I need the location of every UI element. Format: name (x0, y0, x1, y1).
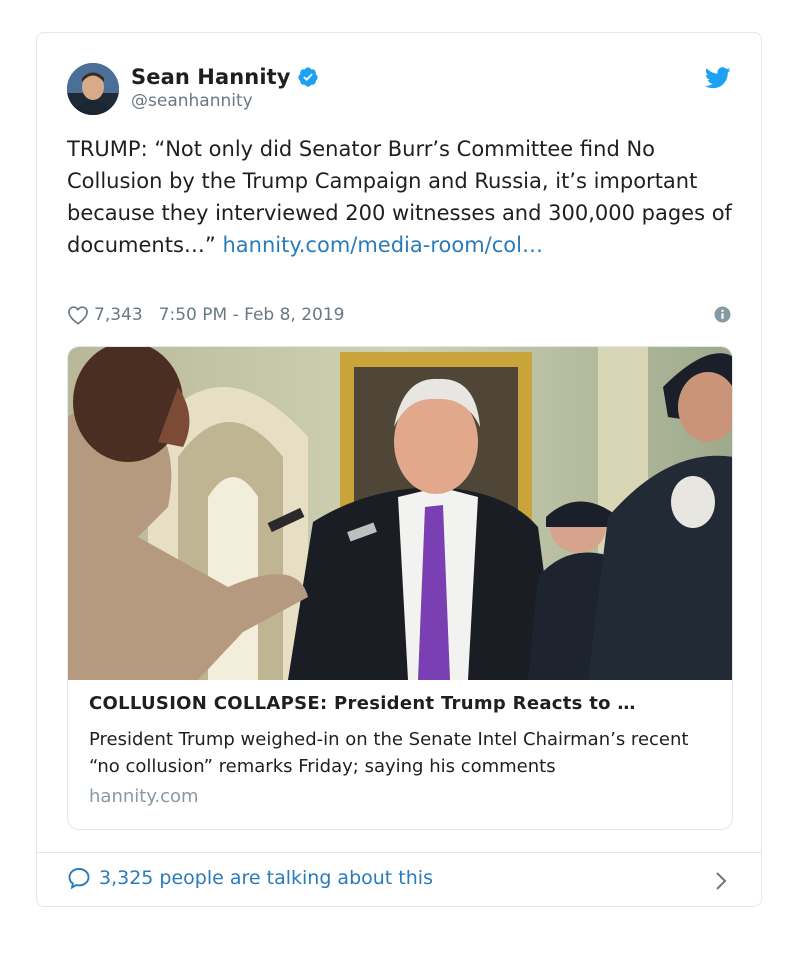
tweet-header: Sean Hannity @seanhannity (67, 63, 731, 119)
like-count[interactable]: 7,343 (94, 305, 143, 325)
link-preview-description: President Trump weighed-in on the Senate… (89, 729, 689, 777)
conversation-link[interactable]: 3,325 people are talking about this (67, 867, 433, 890)
link-preview-title[interactable]: COLLUSION COLLAPSE: President Trump Reac… (89, 693, 714, 714)
tweet-link[interactable]: hannity.com/media-room/col… (222, 233, 543, 257)
author-handle[interactable]: @seanhannity (131, 91, 319, 111)
author-name[interactable]: Sean Hannity (131, 65, 291, 89)
tweet-timestamp[interactable]: 7:50 PM - Feb 8, 2019 (159, 305, 345, 325)
avatar[interactable] (67, 63, 119, 115)
author-name-row: Sean Hannity (131, 65, 319, 89)
twitter-bird-icon[interactable] (704, 67, 731, 89)
talking-count-text[interactable]: 3,325 people are talking about this (99, 867, 433, 889)
embedded-tweet-card: Sean Hannity @seanhannity TRUMP: “Not on… (36, 32, 762, 907)
tweet-text: TRUMP: “Not only did Senator Burr’s Comm… (67, 133, 737, 261)
tweet-meta: 7,343 7:50 PM - Feb 8, 2019 (67, 303, 731, 327)
heart-icon[interactable] (67, 305, 89, 325)
author-block: Sean Hannity @seanhannity (131, 65, 319, 111)
verified-badge-icon (297, 66, 319, 88)
info-icon[interactable] (714, 306, 731, 323)
link-preview-body: COLLUSION COLLAPSE: President Trump Reac… (89, 693, 714, 807)
article-photo (68, 347, 732, 680)
link-preview-card[interactable]: COLLUSION COLLAPSE: President Trump Reac… (67, 346, 733, 830)
speech-bubble-icon (67, 867, 91, 890)
link-preview-domain: hannity.com (89, 786, 199, 807)
tweet-footer[interactable]: 3,325 people are talking about this (37, 852, 761, 909)
chevron-right-icon[interactable] (715, 871, 727, 891)
